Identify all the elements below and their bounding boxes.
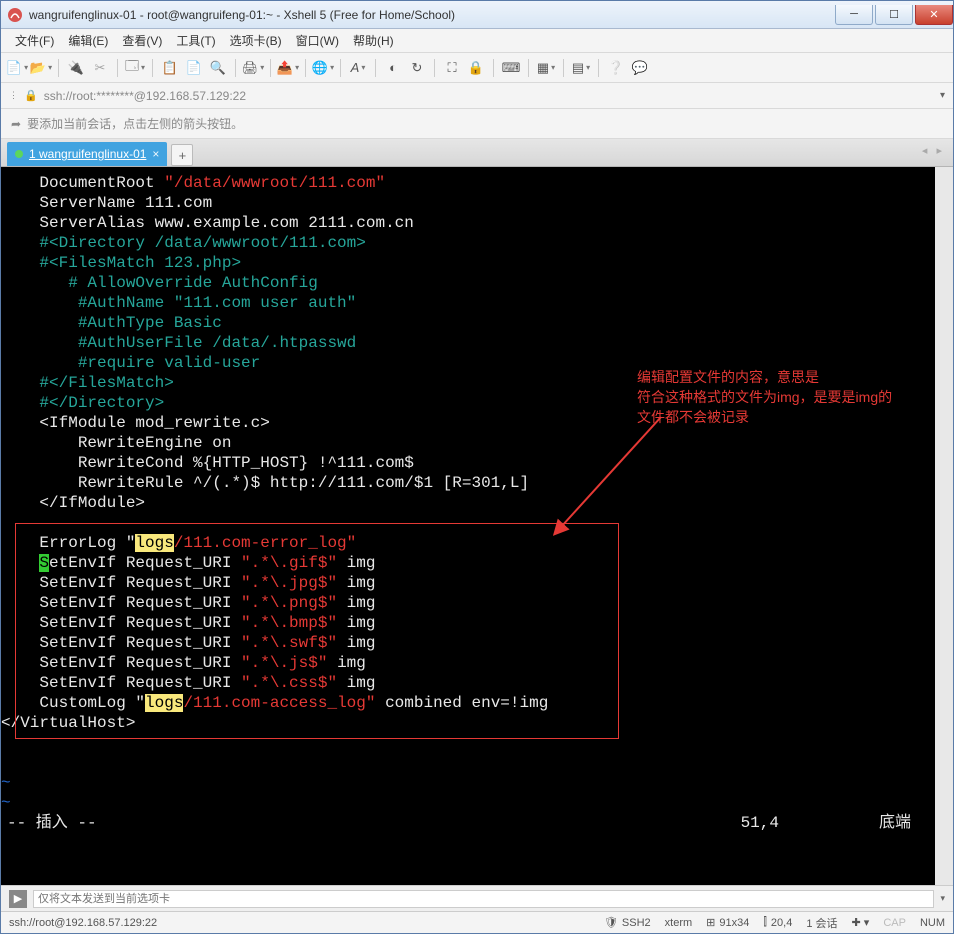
refresh-button[interactable]: ↻ [407,58,427,78]
hint-bar: ➦ 要添加当前会话，点击左侧的箭头按钮。 [1,109,953,139]
close-button[interactable]: ✕ [915,5,953,25]
feedback-button[interactable]: 💬 [630,58,650,78]
window-title: wangruifenglinux-01 - root@wangruifeng-0… [29,8,833,22]
status-dot-icon [15,150,23,158]
menu-window[interactable]: 窗口(W) [296,32,339,49]
hint-text: 要添加当前会话，点击左侧的箭头按钮。 [27,115,243,132]
separator-icon [375,59,376,77]
help-button[interactable]: ❔ [606,58,626,78]
app-icon [7,7,23,23]
tab-nav-arrows[interactable]: ◂ ▸ [922,144,945,157]
send-bar: ▶ ▾ [1,885,953,911]
send-button[interactable]: ▶ [9,890,27,908]
send-input[interactable] [33,890,934,908]
font-button[interactable]: A [348,58,368,78]
disconnect-button[interactable]: ✂ [90,58,110,78]
send-target-dropdown[interactable]: ▾ [940,893,945,904]
cursor: S [39,554,49,572]
transfer-button[interactable]: 📤 [278,58,298,78]
tab-add-button[interactable]: + [171,144,193,166]
separator-icon [305,59,306,77]
tab-bar: 1 wangruifenglinux-01 × + ◂ ▸ [1,139,953,167]
toolbar: 📄 📂 🔌 ✂ 🗔 📋 📄 🔍 🖨 📤 🌐 A ◐ ↻ ⛶ 🔒 ⌨ ▦ ▤ ❔ … [1,53,953,83]
status-protocol: 🛡SSH2 [604,916,651,929]
status-cap: CAP [883,917,906,929]
menu-help[interactable]: 帮助(H) [353,32,394,49]
keyboard-button[interactable]: ⌨ [501,58,521,78]
scroll-up-button[interactable]: ▲ [937,167,951,181]
separator-icon [528,59,529,77]
menu-tab[interactable]: 选项卡(B) [230,32,282,49]
print-button[interactable]: 🖨 [243,58,263,78]
menu-edit[interactable]: 编辑(E) [68,32,108,49]
separator-icon [598,59,599,77]
maximize-button[interactable]: ☐ [875,5,913,25]
paste-button[interactable]: 📄 [184,58,204,78]
status-termtype: xterm [665,917,693,929]
address-bar: ⋮ 🔒 ssh://root:********@192.168.57.129:2… [1,83,953,109]
grid-icon: ⊞ [706,916,715,929]
status-plus[interactable]: ✚ ▾ [852,916,870,929]
separator-icon [152,59,153,77]
separator-icon [117,59,118,77]
app-window: wangruifenglinux-01 - root@wangruifeng-0… [0,0,954,934]
status-bar: ssh://root@192.168.57.129:22 🛡SSH2 xterm… [1,911,953,933]
dropdown-icon[interactable]: ⋮ [9,90,18,101]
chevron-down-icon[interactable]: ▾ [940,90,945,101]
script-button[interactable]: ◐ [383,58,403,78]
titlebar: wangruifenglinux-01 - root@wangruifeng-0… [1,1,953,29]
status-num: NUM [920,917,945,929]
separator-icon [563,59,564,77]
scrollbar-thumb[interactable] [937,171,951,195]
separator-icon [270,59,271,77]
copy-button[interactable]: 📋 [160,58,180,78]
status-connection: ssh://root@192.168.57.129:22 [9,917,590,929]
separator-icon [434,59,435,77]
terminal[interactable]: DocumentRoot "/data/wwwroot/111.com" Ser… [1,167,953,885]
minimize-button[interactable]: ─ [835,5,873,25]
properties-button[interactable]: 🗔 [125,58,145,78]
terminal-content: DocumentRoot "/data/wwwroot/111.com" Ser… [1,173,935,833]
status-font: ⫿20,4 [763,916,792,929]
lock-button[interactable]: 🔒 [466,58,486,78]
session-tab[interactable]: 1 wangruifenglinux-01 × [7,142,167,166]
address-text[interactable]: ssh://root:********@192.168.57.129:22 [44,89,934,103]
lock-icon: 🔒 [24,89,38,102]
separator-icon [235,59,236,77]
separator-icon [493,59,494,77]
separator-icon [340,59,341,77]
open-button[interactable]: 📂 [31,58,51,78]
annotation-text: 编辑配置文件的内容，意思是 符合这种格式的文件为img，是要是img的 文件都不… [637,367,927,427]
fullscreen-button[interactable]: ⛶ [442,58,462,78]
status-sessions: 1 会话 [806,915,837,931]
layout-button[interactable]: ▦ [536,58,556,78]
tab-label: 1 wangruifenglinux-01 [29,147,146,161]
separator-icon [58,59,59,77]
menu-view[interactable]: 查看(V) [122,32,162,49]
hint-arrow-icon[interactable]: ➦ [11,117,21,131]
menu-file[interactable]: 文件(F) [15,32,54,49]
new-session-button[interactable]: 📄 [7,58,27,78]
scroll-down-button[interactable]: ▼ [937,871,951,885]
menu-tools[interactable]: 工具(T) [176,32,215,49]
shield-icon: 🛡 [604,916,618,929]
view-button[interactable]: ▤ [571,58,591,78]
tab-close-icon[interactable]: × [152,147,159,161]
globe-button[interactable]: 🌐 [313,58,333,78]
status-size: ⊞91x34 [706,916,749,929]
reconnect-button[interactable]: 🔌 [66,58,86,78]
menubar: 文件(F) 编辑(E) 查看(V) 工具(T) 选项卡(B) 窗口(W) 帮助(… [1,29,953,53]
find-button[interactable]: 🔍 [208,58,228,78]
